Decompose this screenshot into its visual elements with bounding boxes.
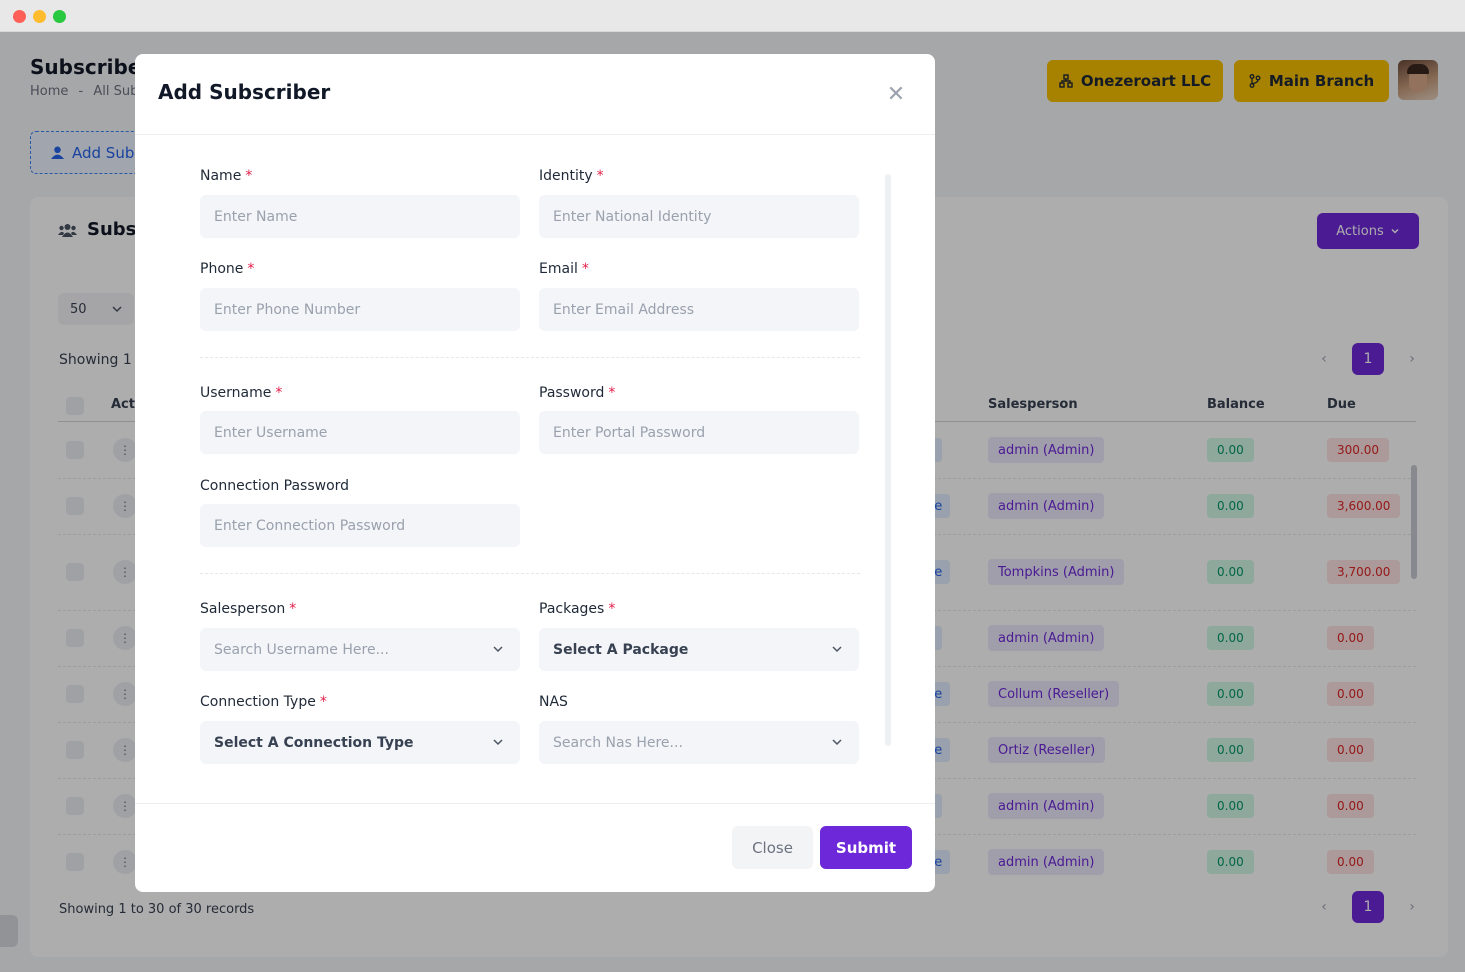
identity-label: Identity * xyxy=(539,168,604,184)
salesperson-label-text: Salesperson xyxy=(200,601,286,617)
nas-label: NAS xyxy=(539,694,568,710)
identity-label-text: Identity xyxy=(539,168,593,184)
section-divider xyxy=(200,357,860,358)
connection-password-label: Connection Password xyxy=(200,478,350,494)
username-label: Username * xyxy=(200,385,282,401)
name-label: Name * xyxy=(200,168,252,184)
required-marker: * xyxy=(608,385,616,401)
password-input[interactable] xyxy=(539,411,859,454)
nas-select[interactable]: Search Nas Here... xyxy=(539,721,859,764)
connection-type-select[interactable]: Select A Connection Type xyxy=(200,721,520,764)
connection-type-label: Connection Type * xyxy=(200,694,327,710)
required-marker: * xyxy=(275,385,283,401)
chevron-down-icon xyxy=(493,739,503,746)
required-marker: * xyxy=(596,168,604,184)
name-label-text: Name xyxy=(200,168,242,184)
close-icon[interactable]: ✕ xyxy=(884,82,908,107)
required-marker: * xyxy=(319,694,327,710)
chevron-down-icon xyxy=(832,739,842,746)
packages-value: Select A Package xyxy=(553,641,689,658)
modal-scrollbar[interactable] xyxy=(885,174,891,746)
email-label-text: Email xyxy=(539,261,578,277)
username-input[interactable] xyxy=(200,411,520,454)
required-marker: * xyxy=(289,601,297,617)
nas-placeholder: Search Nas Here... xyxy=(553,734,683,751)
required-marker: * xyxy=(608,601,616,617)
salesperson-label: Salesperson * xyxy=(200,601,296,617)
chevron-down-icon xyxy=(493,646,503,653)
packages-select[interactable]: Select A Package xyxy=(539,628,859,671)
password-label-text: Password xyxy=(539,385,605,401)
modal-footer xyxy=(135,803,935,892)
required-marker: * xyxy=(247,261,255,277)
salesperson-select[interactable]: Search Username Here... xyxy=(200,628,520,671)
required-marker: * xyxy=(245,168,253,184)
modal-title: Add Subscriber xyxy=(158,80,331,104)
identity-input[interactable] xyxy=(539,195,859,238)
window-maximize-dot[interactable] xyxy=(53,10,66,23)
submit-button[interactable]: Submit xyxy=(820,826,912,869)
window-titlebar xyxy=(0,0,1465,32)
phone-input[interactable] xyxy=(200,288,520,331)
chevron-down-icon xyxy=(832,646,842,653)
phone-label-text: Phone xyxy=(200,261,244,277)
salesperson-placeholder: Search Username Here... xyxy=(214,641,389,658)
required-marker: * xyxy=(581,261,589,277)
window-close-dot[interactable] xyxy=(13,10,26,23)
name-input[interactable] xyxy=(200,195,520,238)
section-divider xyxy=(200,573,860,574)
password-label: Password * xyxy=(539,385,615,401)
close-button[interactable]: Close xyxy=(732,826,813,869)
connection-type-value: Select A Connection Type xyxy=(214,734,414,751)
connection-type-label-text: Connection Type xyxy=(200,694,316,710)
packages-label: Packages * xyxy=(539,601,615,617)
packages-label-text: Packages xyxy=(539,601,605,617)
modal-header: Add Subscriber ✕ xyxy=(135,54,935,135)
phone-label: Phone * xyxy=(200,261,254,277)
email-label: Email * xyxy=(539,261,589,277)
window-minimize-dot[interactable] xyxy=(33,10,46,23)
email-input[interactable] xyxy=(539,288,859,331)
connection-password-input[interactable] xyxy=(200,504,520,547)
username-label-text: Username xyxy=(200,385,272,401)
add-subscriber-modal: Add Subscriber ✕ Name* Identity* Phone* … xyxy=(135,54,935,892)
